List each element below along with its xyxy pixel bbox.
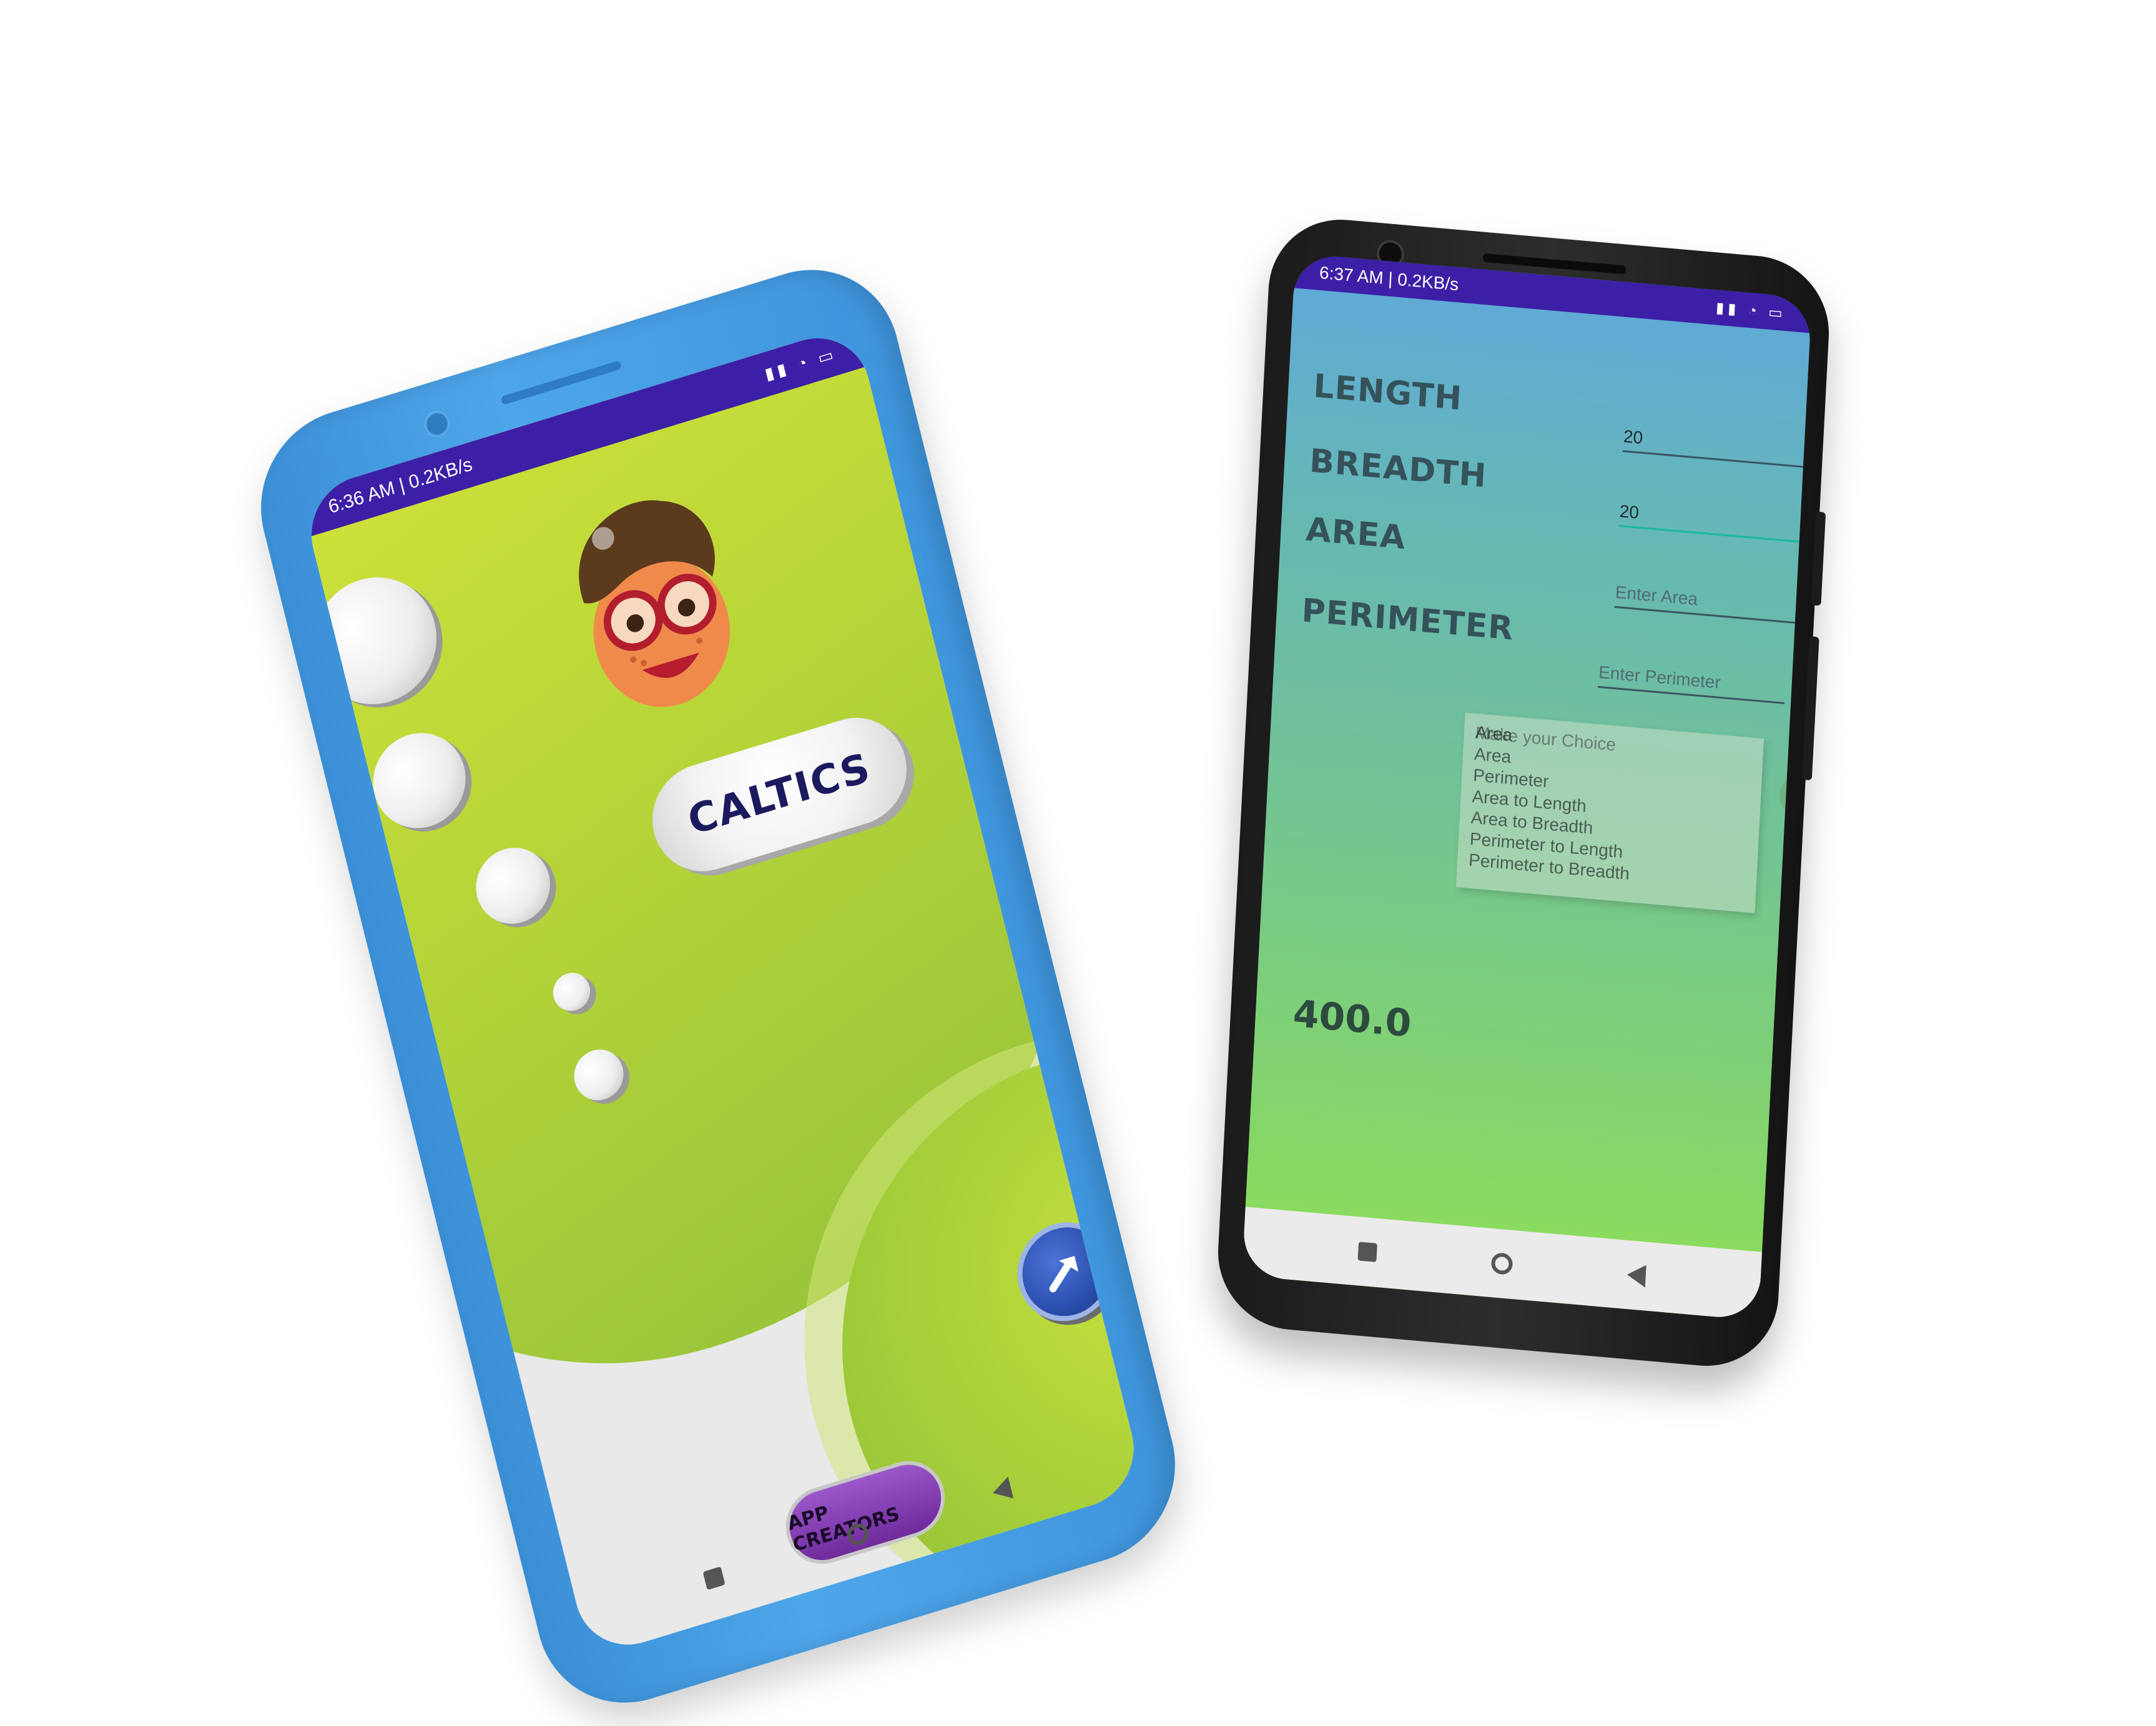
left-phone-body: 6:36 AM | 0.2KB/s ▮▮ ◔ ▭ CALTICS APP CRE… <box>241 247 1195 1726</box>
length-label: LENGTH <box>1312 367 1464 418</box>
breadth-input[interactable]: 20 <box>1618 494 1808 544</box>
perimeter-label: PERIMETER <box>1301 592 1515 648</box>
back-icon[interactable] <box>990 1476 1014 1504</box>
dropdown-selected: Area <box>1475 722 1513 745</box>
front-camera <box>421 407 453 441</box>
area-input[interactable]: Enter Area <box>1614 575 1803 624</box>
earpiece <box>500 360 622 406</box>
status-icons: ▮▮ ◔ ▭ <box>762 343 839 384</box>
perimeter-input[interactable]: Enter Perimeter <box>1597 655 1786 704</box>
right-phone: 6:37 AM | 0.2KB/s ▮▮ ◔ ▭ LENGTH BREADTH … <box>1214 213 1833 1373</box>
length-input[interactable]: 20 <box>1622 419 1811 469</box>
left-phone: 6:36 AM | 0.2KB/s ▮▮ ◔ ▭ CALTICS APP CRE… <box>241 247 1195 1726</box>
right-screen: 6:37 AM | 0.2KB/s ▮▮ ◔ ▭ LENGTH BREADTH … <box>1241 253 1813 1321</box>
breadth-label: BREADTH <box>1308 442 1488 496</box>
power-button <box>1801 636 1819 781</box>
arrow-right-icon <box>1049 1255 1079 1293</box>
chevron-down-icon <box>1795 792 1811 802</box>
home-icon[interactable] <box>1490 1252 1514 1275</box>
android-navbar <box>571 1410 1146 1659</box>
area-label: AREA <box>1305 511 1407 557</box>
left-screen: 6:36 AM | 0.2KB/s ▮▮ ◔ ▭ CALTICS APP CRE… <box>299 324 1146 1659</box>
right-phone-body: 6:37 AM | 0.2KB/s ▮▮ ◔ ▭ LENGTH BREADTH … <box>1214 213 1833 1373</box>
volume-button <box>1811 511 1826 606</box>
back-icon[interactable] <box>1626 1263 1647 1288</box>
home-icon[interactable] <box>845 1521 871 1548</box>
status-time: 6:37 AM | 0.2KB/s <box>1319 262 1459 295</box>
recents-icon[interactable] <box>702 1566 726 1591</box>
android-navbar <box>1241 1207 1763 1321</box>
recents-icon[interactable] <box>1357 1242 1377 1262</box>
result-value: 400.0 <box>1292 991 1412 1046</box>
status-icons: ▮▮ ◔ ▭ <box>1715 298 1787 322</box>
choice-dropdown-menu[interactable]: Make your Choice Area Perimeter Area to … <box>1455 712 1765 913</box>
